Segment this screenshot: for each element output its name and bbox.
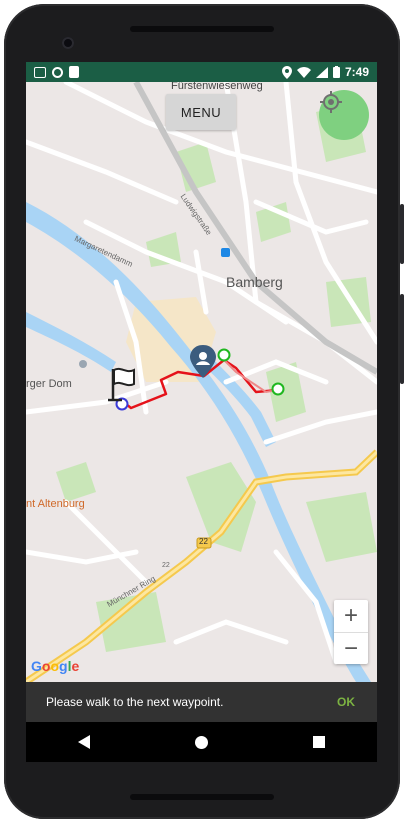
- location-status-icon: [281, 65, 292, 79]
- map-canvas: [26, 82, 377, 682]
- street-label: Fürstenwiesenweg: [171, 82, 263, 92]
- zoom-out-button[interactable]: −: [334, 633, 368, 665]
- snackbar-ok-button[interactable]: OK: [331, 694, 377, 710]
- waypoint-marker[interactable]: [271, 382, 285, 396]
- back-icon[interactable]: [78, 735, 91, 749]
- status-time: 7:49: [344, 65, 369, 79]
- system-nav-bar: [26, 722, 377, 762]
- road-number-label: 22: [199, 537, 208, 546]
- road-number-label: 22: [162, 562, 170, 569]
- device-screen: 7:49 Fürstenwiesenweg Bamberg rger Dom n…: [26, 62, 377, 762]
- earpiece-speaker: [130, 26, 274, 32]
- power-button: [400, 204, 404, 264]
- phone-top-bezel: [4, 4, 400, 64]
- crosshair-icon: [320, 91, 342, 113]
- sd-card-icon: [69, 66, 79, 78]
- poi-label: rger Dom: [26, 378, 72, 390]
- zoom-in-button[interactable]: +: [334, 600, 368, 632]
- status-bar: 7:49: [26, 62, 377, 82]
- home-icon[interactable]: [194, 735, 208, 749]
- transit-icon: [221, 248, 230, 257]
- volume-button: [400, 294, 404, 384]
- my-location-button[interactable]: [319, 90, 369, 140]
- snackbar: Please walk to the next waypoint. OK: [26, 682, 377, 722]
- battery-icon: [332, 66, 340, 78]
- waypoint-marker[interactable]: [217, 348, 231, 362]
- app-notification-icon: [34, 66, 46, 78]
- poi-dot: [79, 360, 87, 368]
- cell-signal-icon: [315, 66, 328, 78]
- poi-label: nt Altenburg: [26, 498, 85, 510]
- google-logo: Google: [31, 658, 80, 674]
- snackbar-message: Please walk to the next waypoint.: [46, 695, 224, 709]
- menu-button[interactable]: MENU: [166, 94, 236, 130]
- map-view[interactable]: Fürstenwiesenweg Bamberg rger Dom nt Alt…: [26, 82, 377, 682]
- zoom-controls: + −: [334, 600, 368, 664]
- canal: [26, 312, 116, 372]
- sync-notification-icon: [52, 66, 63, 78]
- front-camera: [62, 37, 74, 49]
- recent-apps-icon[interactable]: [312, 736, 325, 748]
- bottom-speaker: [130, 794, 274, 800]
- city-label: Bamberg: [226, 274, 283, 290]
- wifi-icon: [296, 66, 311, 78]
